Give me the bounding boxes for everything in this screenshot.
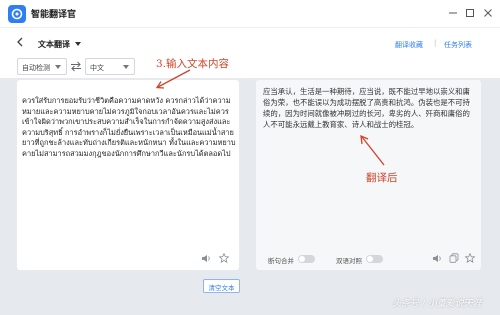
title-bar: 智能翻译官	[0, 0, 500, 28]
source-text-panel[interactable]: ควรใส่รับการยอมรับว่าชีวิตคือความคาดหวัง…	[17, 80, 239, 270]
maximize-icon[interactable]	[463, 6, 477, 20]
close-icon[interactable]	[481, 6, 495, 20]
app-logo-icon	[8, 5, 26, 23]
annotation-arrow-icon	[360, 134, 385, 166]
target-language-value: 中文	[90, 64, 104, 72]
chevron-down-icon	[55, 65, 61, 69]
bilingual-label: 双语对照	[336, 257, 362, 265]
speaker-icon[interactable]	[201, 254, 211, 263]
source-language-value: 自动检测	[22, 64, 50, 72]
star-icon[interactable]	[465, 253, 475, 263]
copy-icon[interactable]	[449, 253, 459, 263]
speaker-icon[interactable]	[432, 254, 442, 263]
annotation-arrow-icon	[155, 69, 191, 89]
translated-text: 应当承认，生活是一种期待，应当说，既不能过早地以崇义和庸俗为荣，也不能误以为成功…	[263, 87, 470, 129]
swap-languages-icon[interactable]	[70, 61, 82, 72]
language-bar: 自动检测 中文	[0, 58, 500, 78]
watermark: 头条号 / 小董爱说天涯	[392, 299, 482, 309]
minimize-icon[interactable]	[446, 6, 460, 20]
back-arrow-icon[interactable]	[16, 37, 24, 47]
mode-label[interactable]: 文本翻译	[38, 39, 70, 50]
toolbar: 文本翻译 翻译收藏 | 任务列表	[0, 28, 500, 58]
source-text-input[interactable]: ควรใส่รับการยอมรับว่าชีวิตคือความคาดหวัง…	[22, 96, 236, 159]
source-language-select[interactable]: 自动检测	[17, 58, 67, 75]
star-icon[interactable]	[219, 253, 229, 263]
sentence-merge-toggle[interactable]	[298, 255, 315, 263]
app-title: 智能翻译官	[31, 10, 77, 20]
sentence-merge-label: 断句合并	[268, 257, 294, 265]
favorites-link[interactable]: 翻译收藏	[395, 40, 423, 50]
tasks-link[interactable]: 任务列表	[444, 40, 472, 50]
clear-text-button[interactable]: 清空文本	[203, 279, 240, 293]
translated-hint-annotation: 翻译后	[366, 172, 398, 184]
mode-dropdown-icon[interactable]	[75, 42, 81, 46]
target-language-select[interactable]: 中文	[85, 58, 135, 75]
chevron-down-icon	[123, 65, 129, 69]
bilingual-toggle[interactable]	[366, 255, 383, 263]
link-separator: |	[434, 39, 437, 47]
